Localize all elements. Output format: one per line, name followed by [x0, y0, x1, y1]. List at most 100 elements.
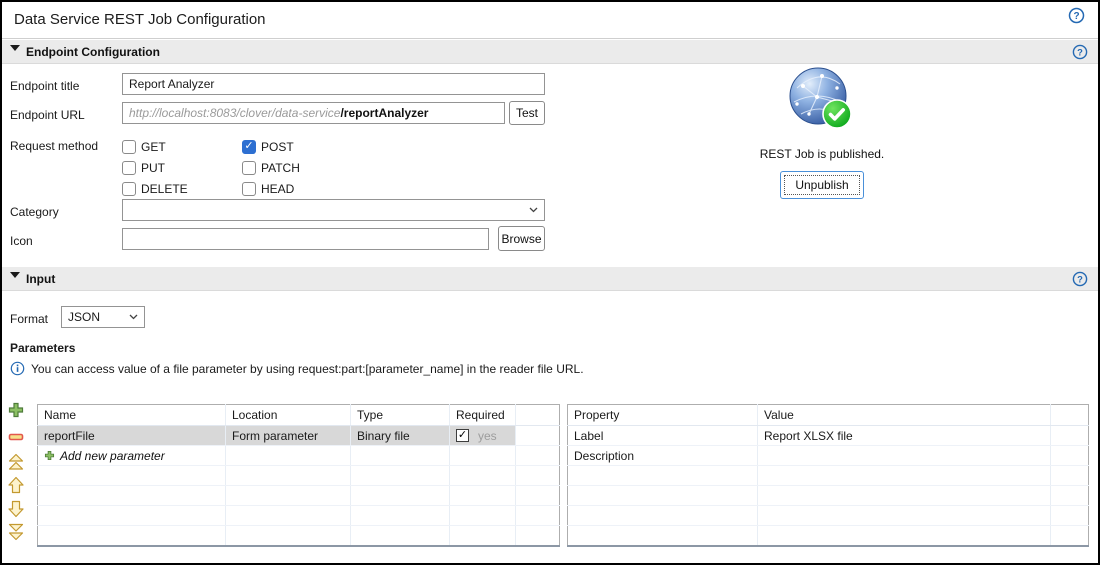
get-label: GET	[141, 139, 166, 154]
format-select[interactable]: JSON	[61, 306, 145, 328]
category-select[interactable]	[122, 199, 545, 221]
property-value[interactable]: Report XLSX file	[757, 425, 1051, 446]
col-name: Name	[37, 404, 226, 426]
chevron-down-icon	[129, 314, 138, 320]
format-value: JSON	[68, 310, 101, 324]
add-parameter-row[interactable]: Add new parameter	[37, 445, 560, 466]
property-name[interactable]: Label	[567, 425, 758, 446]
endpoint-configuration-header[interactable]: Endpoint Configuration ?	[2, 40, 1098, 64]
empty-row	[37, 505, 560, 526]
post-checkbox[interactable]	[242, 139, 256, 154]
endpoint-url-base: http://localhost:8083/clover/data-servic…	[129, 106, 341, 120]
info-icon	[10, 361, 25, 376]
double-chevron-up-icon	[8, 453, 24, 470]
method-delete[interactable]: DELETE	[122, 181, 242, 196]
svg-text:?: ?	[1077, 273, 1083, 284]
collapse-icon[interactable]	[10, 45, 20, 51]
param-name[interactable]: reportFile	[37, 425, 226, 446]
add-new-parameter[interactable]: Add new parameter	[44, 449, 225, 463]
property-row-label[interactable]: Label Report XLSX file	[567, 425, 1089, 446]
col-required: Required	[449, 404, 516, 426]
empty-row	[567, 465, 1089, 486]
empty-row	[37, 485, 560, 506]
method-patch[interactable]: PATCH	[242, 160, 402, 175]
method-head[interactable]: HEAD	[242, 181, 402, 196]
empty-row	[37, 525, 560, 546]
browse-button[interactable]: Browse	[498, 226, 545, 251]
category-label: Category	[10, 205, 59, 219]
move-down-button[interactable]	[7, 499, 27, 519]
parameter-row-reportfile[interactable]: reportFile Form parameter Binary file ye…	[37, 425, 560, 446]
empty-row	[37, 465, 560, 486]
request-method-label: Request method	[10, 139, 99, 153]
chevron-down-icon	[529, 207, 538, 213]
empty-row	[567, 485, 1089, 506]
method-put[interactable]: PUT	[122, 160, 242, 175]
endpoint-url-input[interactable]: http://localhost:8083/clover/data-servic…	[122, 102, 505, 124]
input-section-label: Input	[26, 272, 56, 286]
minus-icon	[8, 433, 24, 441]
endpoint-url-label: Endpoint URL	[10, 108, 85, 122]
parameters-info-text: You can access value of a file parameter…	[31, 361, 584, 376]
delete-checkbox[interactable]	[122, 181, 136, 196]
parameters-heading: Parameters	[10, 341, 76, 355]
page-title: Data Service REST Job Configuration	[14, 11, 266, 28]
plus-icon	[8, 402, 24, 418]
plus-icon	[44, 450, 55, 461]
format-label: Format	[10, 312, 49, 326]
empty-row	[567, 525, 1089, 546]
head-label: HEAD	[261, 181, 295, 196]
arrow-down-icon	[8, 500, 24, 518]
endpoint-title-input[interactable]	[122, 73, 545, 95]
col-extra	[1050, 404, 1089, 426]
empty-row	[567, 505, 1089, 526]
method-get[interactable]: GET	[122, 139, 242, 154]
move-up-button[interactable]	[7, 475, 27, 495]
unpublish-button[interactable]: Unpublish	[780, 171, 864, 199]
help-icon[interactable]: ?	[1068, 7, 1085, 24]
required-checkbox[interactable]	[456, 429, 469, 442]
help-icon[interactable]: ?	[1072, 271, 1088, 287]
data-service-config-window: Data Service REST Job Configuration ? En…	[0, 0, 1100, 565]
properties-table: Property Value Label Report XLSX file De…	[567, 404, 1089, 547]
required-label: yes	[478, 428, 497, 443]
input-section-header[interactable]: Input ?	[2, 267, 1098, 291]
icon-input[interactable]	[122, 228, 489, 250]
col-location: Location	[225, 404, 351, 426]
remove-parameter-button[interactable]	[7, 427, 27, 447]
param-required[interactable]: yes	[449, 425, 516, 446]
move-top-button[interactable]	[7, 452, 27, 472]
parameters-info: You can access value of a file parameter…	[10, 361, 584, 376]
patch-label: PATCH	[261, 160, 300, 175]
collapse-icon[interactable]	[10, 272, 20, 278]
param-type[interactable]: Binary file	[350, 425, 450, 446]
test-button[interactable]: Test	[509, 101, 545, 125]
parameters-table-header: Name Location Type Required	[37, 404, 560, 426]
icon-label: Icon	[10, 234, 33, 248]
col-value: Value	[757, 404, 1051, 426]
put-checkbox[interactable]	[122, 160, 136, 175]
double-chevron-down-icon	[8, 523, 24, 541]
help-icon[interactable]: ?	[1072, 44, 1088, 60]
delete-label: DELETE	[141, 181, 188, 196]
add-parameter-button[interactable]	[7, 400, 27, 420]
method-post[interactable]: POST	[242, 139, 402, 154]
parameters-table: Name Location Type Required reportFile F…	[37, 404, 560, 547]
param-location[interactable]: Form parameter	[225, 425, 351, 446]
patch-checkbox[interactable]	[242, 160, 256, 175]
arrow-up-icon	[8, 476, 24, 494]
property-name[interactable]: Description	[567, 445, 758, 466]
col-extra	[515, 404, 560, 426]
title-bar: Data Service REST Job Configuration ?	[2, 2, 1098, 39]
move-bottom-button[interactable]	[7, 522, 27, 542]
endpoint-configuration-label: Endpoint Configuration	[26, 45, 160, 59]
svg-text:?: ?	[1073, 11, 1079, 22]
property-value[interactable]	[757, 445, 1051, 466]
request-method-group: GET POST PUT PATCH DELETE HEAD	[122, 136, 402, 199]
endpoint-url-path: /reportAnalyzer	[340, 106, 429, 120]
svg-text:?: ?	[1077, 46, 1083, 57]
head-checkbox[interactable]	[242, 181, 256, 196]
get-checkbox[interactable]	[122, 139, 136, 154]
property-row-description[interactable]: Description	[567, 445, 1089, 466]
col-type: Type	[350, 404, 450, 426]
